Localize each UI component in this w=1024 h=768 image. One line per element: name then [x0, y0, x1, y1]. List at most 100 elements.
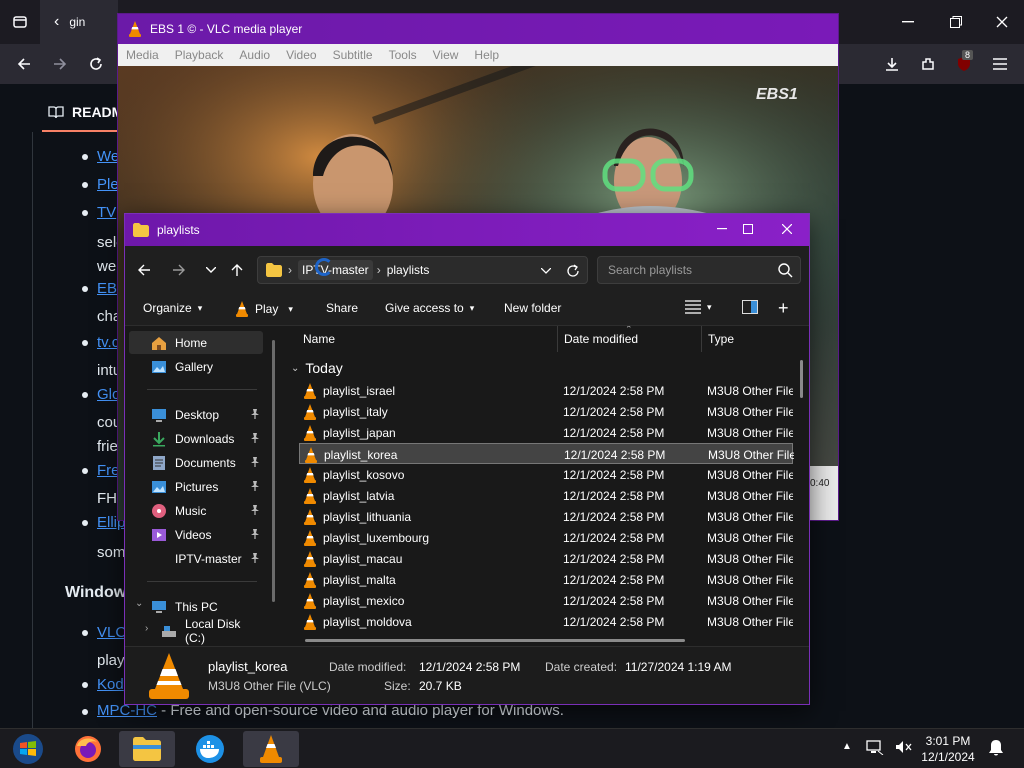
- minimize-icon[interactable]: [892, 6, 924, 38]
- readme-link[interactable]: Ple: [97, 172, 119, 198]
- system-clock[interactable]: 3:01 PM 12/1/2024: [916, 733, 980, 765]
- volume-muted-icon[interactable]: [894, 739, 912, 755]
- file-row[interactable]: playlist_mexico 12/1/2024 2:58 PM M3U8 Oth…: [299, 590, 793, 611]
- share-button[interactable]: Share: [326, 301, 358, 315]
- recent-locations-chevron-icon[interactable]: [200, 259, 222, 281]
- file-type: M3U8 Other File: [707, 594, 793, 608]
- extensions-icon[interactable]: [912, 48, 944, 80]
- vlc-menu-audio[interactable]: Audio: [231, 48, 278, 62]
- file-explorer-window[interactable]: playlists › IPTV-master › playlists Sear…: [124, 213, 810, 705]
- readme-link[interactable]: We: [97, 144, 119, 170]
- vlc-title-bar[interactable]: EBS 1 © - VLC media player: [118, 14, 838, 44]
- taskbar-file-explorer[interactable]: [119, 731, 175, 767]
- back-icon[interactable]: [8, 48, 40, 80]
- vlc-menu-playback[interactable]: Playback: [167, 48, 232, 62]
- nav-item-videos[interactable]: Videos: [129, 523, 263, 546]
- file-row[interactable]: playlist_moldova 12/1/2024 2:58 PM M3U8 Ot…: [299, 611, 793, 632]
- group-header-today[interactable]: ⌄ Today: [291, 360, 343, 376]
- up-icon[interactable]: [226, 259, 248, 281]
- reload-icon[interactable]: [80, 48, 112, 80]
- breadcrumb-iptv-master[interactable]: IPTV-master: [298, 260, 373, 280]
- column-divider[interactable]: [701, 326, 702, 352]
- search-input[interactable]: Search playlists: [597, 256, 801, 284]
- file-row[interactable]: playlist_malta 12/1/2024 2:58 PM M3U8 Othe…: [299, 569, 793, 590]
- column-header-name[interactable]: Name: [303, 326, 335, 352]
- vlc-menu-tools[interactable]: Tools: [381, 48, 425, 62]
- readme-link[interactable]: Kod: [97, 672, 124, 698]
- file-row[interactable]: playlist_macau 12/1/2024 2:58 PM M3U8 Othe…: [299, 548, 793, 569]
- nav-item-desktop[interactable]: Desktop: [129, 403, 263, 426]
- pin-icon[interactable]: [249, 528, 261, 540]
- horizontal-scrollbar[interactable]: [305, 639, 685, 642]
- file-row[interactable]: playlist_kosovo 12/1/2024 2:58 PM M3U8 Oth…: [299, 464, 793, 485]
- vertical-scrollbar[interactable]: [800, 360, 803, 398]
- file-row[interactable]: playlist_lithuania 12/1/2024 2:58 PM M3U8 …: [299, 506, 793, 527]
- give-access-button[interactable]: Give access to ▾: [385, 301, 474, 315]
- file-row[interactable]: playlist_luxembourg 12/1/2024 2:58 PM M3U8…: [299, 527, 793, 548]
- pin-icon[interactable]: [249, 504, 261, 516]
- nav-item-local-disk[interactable]: › Local Disk (C:): [129, 617, 263, 645]
- refresh-icon[interactable]: [566, 264, 580, 278]
- nav-item-this-pc[interactable]: ⌄ This PC: [129, 595, 263, 618]
- pin-icon[interactable]: [249, 456, 261, 468]
- nav-item-iptv-master[interactable]: IPTV-master: [129, 547, 263, 570]
- tab-overview-icon[interactable]: [4, 6, 36, 38]
- nav-item-documents[interactable]: Documents: [129, 451, 263, 474]
- nav-item-pictures[interactable]: Pictures: [129, 475, 263, 498]
- file-row[interactable]: playlist_latvia 12/1/2024 2:58 PM M3U8 Oth…: [299, 485, 793, 506]
- nav-item-home[interactable]: Home: [129, 331, 263, 354]
- pin-icon[interactable]: [249, 480, 261, 492]
- file-row[interactable]: playlist_japan 12/1/2024 2:58 PM M3U8 Othe…: [299, 422, 793, 443]
- organize-button[interactable]: Organize ▾: [143, 301, 202, 315]
- close-icon[interactable]: [986, 6, 1018, 38]
- forward-icon[interactable]: [168, 259, 190, 281]
- maximize-icon[interactable]: [732, 214, 763, 244]
- nav-item-downloads[interactable]: Downloads: [129, 427, 263, 450]
- file-row[interactable]: playlist_israel 12/1/2024 2:58 PM M3U8 Oth…: [299, 380, 793, 401]
- show-hidden-icons-icon[interactable]: ▲: [842, 741, 852, 752]
- readme-link[interactable]: TV: [97, 200, 116, 226]
- taskbar-docker[interactable]: [182, 731, 238, 767]
- nav-scrollbar[interactable]: [272, 340, 275, 602]
- ublock-icon[interactable]: 8: [948, 48, 980, 80]
- nav-item-gallery[interactable]: Gallery: [129, 355, 263, 378]
- breadcrumb-playlists[interactable]: playlists: [387, 263, 430, 277]
- column-divider[interactable]: [557, 326, 558, 352]
- nav-item-music[interactable]: Music: [129, 499, 263, 522]
- vlc-menu-subtitle[interactable]: Subtitle: [325, 48, 381, 62]
- taskbar-firefox[interactable]: [60, 731, 116, 767]
- file-type: M3U8 Other File: [707, 531, 793, 545]
- pin-icon[interactable]: [249, 432, 261, 444]
- pin-icon[interactable]: [249, 552, 261, 564]
- taskbar-vlc[interactable]: [243, 731, 299, 767]
- play-button[interactable]: Play ▾: [235, 301, 293, 317]
- vlc-menu-view[interactable]: View: [425, 48, 467, 62]
- vlc-menu-media[interactable]: Media: [118, 48, 167, 62]
- more-options-button[interactable]: +: [778, 298, 789, 319]
- column-header-type[interactable]: Type: [708, 326, 734, 352]
- file-row[interactable]: playlist_italy 12/1/2024 2:58 PM M3U8 Othe…: [299, 401, 793, 422]
- pin-icon[interactable]: [249, 408, 261, 420]
- forward-icon[interactable]: [44, 48, 76, 80]
- downloads-icon[interactable]: [876, 48, 908, 80]
- address-dropdown-icon[interactable]: [541, 268, 551, 274]
- preview-pane-button[interactable]: [742, 300, 758, 314]
- address-bar[interactable]: › IPTV-master › playlists: [257, 256, 588, 284]
- back-icon[interactable]: [133, 259, 155, 281]
- restore-icon[interactable]: [940, 6, 972, 38]
- explorer-title-bar[interactable]: playlists: [125, 214, 809, 246]
- vlc-menu-help[interactable]: Help: [466, 48, 507, 62]
- close-icon[interactable]: [771, 214, 802, 244]
- readme-link[interactable]: tv.c: [97, 330, 119, 356]
- file-row[interactable]: playlist_korea 12/1/2024 2:58 PM M3U8 Othe…: [299, 443, 794, 464]
- browser-tab[interactable]: ‹ gin: [40, 0, 118, 44]
- readme-text: play: [97, 652, 125, 669]
- network-icon[interactable]: [866, 739, 884, 755]
- start-button[interactable]: [0, 731, 56, 767]
- new-folder-button[interactable]: New folder: [504, 301, 561, 315]
- notification-bell-icon[interactable]: [988, 739, 1004, 757]
- view-button[interactable]: ▾: [685, 300, 712, 314]
- vlc-menu-video[interactable]: Video: [278, 48, 324, 62]
- menu-icon[interactable]: [984, 48, 1016, 80]
- readme-link[interactable]: VLC: [97, 620, 126, 646]
